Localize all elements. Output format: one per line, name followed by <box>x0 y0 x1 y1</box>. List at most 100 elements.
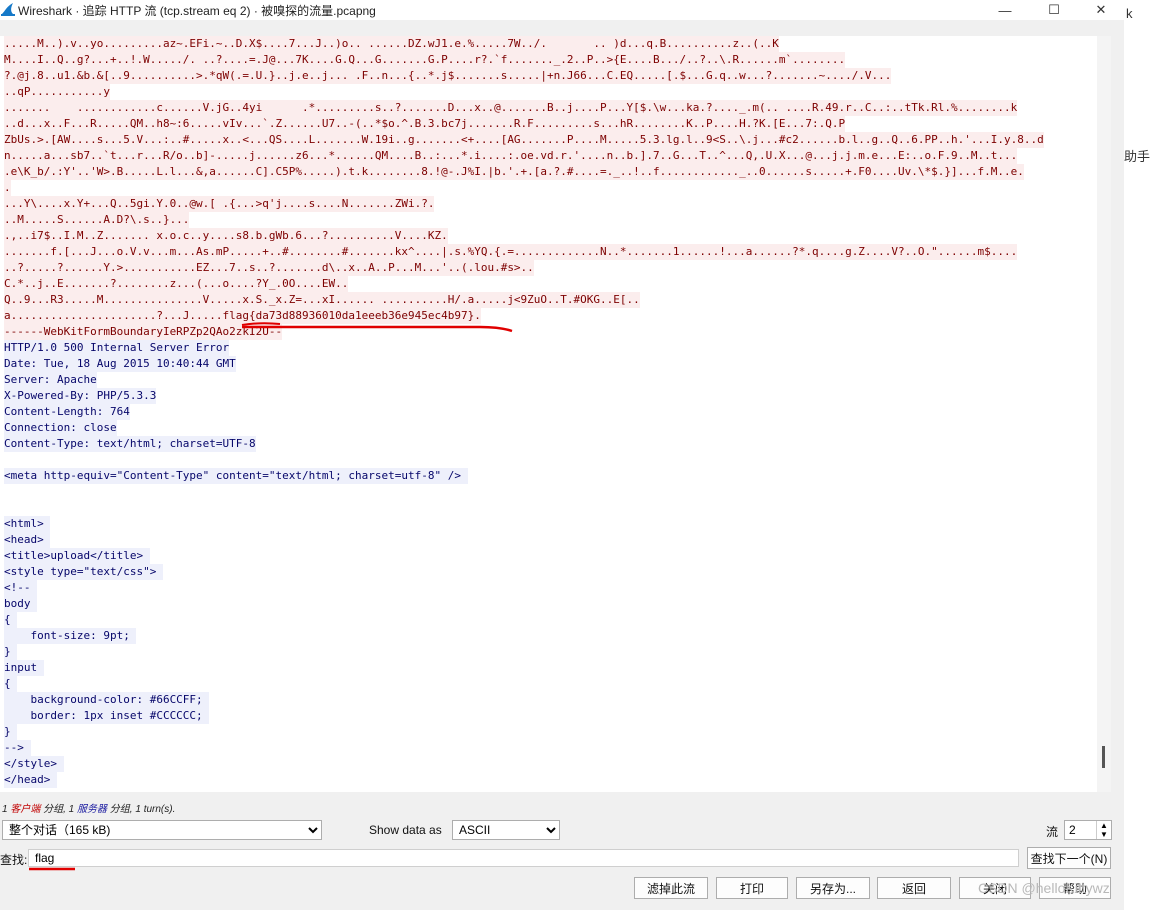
server-data-line: <html> <box>0 516 1097 532</box>
server-data-line: </style> <box>0 756 1097 772</box>
stream-line-text: ..M.....S......A.D?\.s..}... <box>4 212 190 228</box>
client-data-line: ..qP...........y <box>0 84 1097 100</box>
back-button[interactable]: 返回 <box>877 877 951 899</box>
client-data-line: .....M..).v..yo.........az~.EFi.~..D.X$.… <box>0 36 1097 52</box>
server-data-line: </head> <box>0 772 1097 788</box>
background-app-glyph: k <box>1126 6 1133 21</box>
stream-line-text: HTTP/1.0 500 Internal Server Error <box>4 340 230 356</box>
stream-line-text: } <box>4 724 18 740</box>
server-data-line: Connection: close <box>0 420 1097 436</box>
client-data-line: .......f.[...J...o.V.v...m...As.mP.....+… <box>0 244 1097 260</box>
stream-line-text: <html> <box>4 516 51 532</box>
stream-line-text: C.*..j..E.......?........z...(...o....?Y… <box>4 276 349 292</box>
client-data-line: a......................?...J.....flag{da… <box>0 308 1097 324</box>
stream-line-text: background-color: #66CCFF; <box>4 692 210 708</box>
stream-line-text: ...Y\....x.Y+...Q..5gi.Y.0..@w.[ .{...>q… <box>4 196 435 212</box>
vertical-scrollbar[interactable] <box>1097 36 1111 792</box>
client-data-line: ....... ............c......V.jG..4yi .*.… <box>0 100 1097 116</box>
stream-line-text: <head> <box>4 532 51 548</box>
show-data-label: Show data as <box>369 823 442 837</box>
find-label: 查找: <box>0 853 28 867</box>
server-data-line: { <box>0 612 1097 628</box>
flag-annotation-underline <box>241 322 513 333</box>
show-data-select[interactable]: ASCII <box>452 820 560 840</box>
stream-line-text: Q..9...R3.....M...............V.....x.S.… <box>4 292 640 308</box>
stream-line-text: Server: Apache <box>4 372 97 388</box>
find-input[interactable] <box>28 849 1019 867</box>
conversation-select[interactable]: 整个对话（165 kB) <box>2 820 322 840</box>
server-data-line: Content-Length: 764 <box>0 404 1097 420</box>
server-data-line: input <box>0 660 1097 676</box>
filter-out-button[interactable]: 滤掉此流 <box>634 877 708 899</box>
stream-line-text: input <box>4 660 44 676</box>
scrollbar-thumb[interactable] <box>1102 746 1105 768</box>
stream-line-text: X-Powered-By: PHP/5.3.3 <box>4 388 157 404</box>
stream-content-area[interactable]: .....M..).v..yo.........az~.EFi.~..D.X$.… <box>0 36 1097 792</box>
server-label: 服务器 <box>77 804 108 815</box>
server-data-line: } <box>0 724 1097 740</box>
server-data-line <box>0 500 1097 516</box>
stream-line-text: .,..i7$..I.M..Z....... x.o.c..y....s8.b.… <box>4 228 448 244</box>
stream-line-text: <meta http-equiv="Content-Type" content=… <box>4 468 468 484</box>
packet-summary: 1 客户端 分组, 1 服务器 分组, 1 turn(s). <box>2 804 176 815</box>
stream-line-text: Connection: close <box>4 420 117 436</box>
stream-line-text: <title>upload</title> <box>4 548 150 564</box>
close-icon: ✕ <box>1095 2 1107 17</box>
client-data-line: C.*..j..E.......?........z...(...o....?Y… <box>0 276 1097 292</box>
server-data-line <box>0 452 1097 468</box>
client-data-line: ..M.....S......A.D?\.s..}... <box>0 212 1097 228</box>
server-data-line: border: 1px inset #CCCCCC; <box>0 708 1097 724</box>
server-data-line: <meta http-equiv="Content-Type" content=… <box>0 468 1097 484</box>
wireshark-fin-icon <box>1 3 15 16</box>
server-data-line <box>0 484 1097 500</box>
client-data-line: ZbUs.>.[AW....s...5.V...:..#.....x..<...… <box>0 132 1097 148</box>
stream-line-text: M....I..Q..g?...+..!.W...../. ..?....=.J… <box>4 52 846 68</box>
client-data-line: ...Y\....x.Y+...Q..5gi.Y.0..@w.[ .{...>q… <box>0 196 1097 212</box>
save-as-button[interactable]: 另存为... <box>796 877 870 899</box>
stream-line-text: </head> <box>4 772 57 788</box>
stream-label: 流 <box>1046 825 1059 839</box>
stream-line-text: } <box>4 644 18 660</box>
stream-line-text: ....... ............c......V.jG..4yi .*.… <box>4 100 1018 116</box>
stream-line-text: .....M..).v..yo.........az~.EFi.~..D.X$.… <box>4 36 779 52</box>
maximize-button[interactable]: ☐ <box>1031 0 1077 20</box>
window-title: Wireshark · 追踪 HTTP 流 (tcp.stream eq 2) … <box>18 4 376 18</box>
stream-line-text: <style type="text/css"> <box>4 564 163 580</box>
server-data-line: } <box>0 644 1097 660</box>
stream-line-text: ..?.....?......Y.>...........EZ...7..s..… <box>4 260 534 276</box>
stream-line-text: Date: Tue, 18 Aug 2015 10:40:44 GMT <box>4 356 236 372</box>
stream-number-stepper[interactable]: 2 ▲ ▼ <box>1064 820 1112 840</box>
stream-line-text: { <box>4 612 18 628</box>
find-annotation-underline <box>29 867 75 871</box>
title-bar: Wireshark · 追踪 HTTP 流 (tcp.stream eq 2) … <box>0 0 1124 20</box>
minimize-button[interactable]: — <box>982 0 1028 20</box>
stream-line-text: </style> <box>4 756 64 772</box>
server-data-line: background-color: #66CCFF; <box>0 692 1097 708</box>
stream-line-text: { <box>4 676 18 692</box>
server-data-line: HTTP/1.0 500 Internal Server Error <box>0 340 1097 356</box>
server-data-line: <title>upload</title> <box>0 548 1097 564</box>
close-window-button[interactable]: ✕ <box>1078 0 1124 20</box>
client-data-line: .,..i7$..I.M..Z....... x.o.c..y....s8.b.… <box>0 228 1097 244</box>
client-data-line: n.....a...sb7..`t...r...R/o..b]-.....j..… <box>0 148 1097 164</box>
minimize-icon: — <box>998 2 1012 18</box>
stream-line-text: ..d...x..F...R.....QM..h8~:6.....vIv...`… <box>4 116 846 132</box>
server-data-line: Date: Tue, 18 Aug 2015 10:40:44 GMT <box>0 356 1097 372</box>
server-data-line: <style type="text/css"> <box>0 564 1097 580</box>
client-data-line: Q..9...R3.....M...............V.....x.S.… <box>0 292 1097 308</box>
background-helper-label: 助手 <box>1124 149 1150 164</box>
server-data-line: X-Powered-By: PHP/5.3.3 <box>0 388 1097 404</box>
stream-line-text: ..qP...........y <box>4 84 110 100</box>
client-data-line: ?.@j.8..u1.&b.&[..9..........>.*qW(.=.U.… <box>0 68 1097 84</box>
client-data-line: ..?.....?......Y.>...........EZ...7..s..… <box>0 260 1097 276</box>
find-next-button[interactable]: 查找下一个(N) <box>1027 847 1111 869</box>
client-label: 客户端 <box>10 804 41 815</box>
server-data-line: <head> <box>0 532 1097 548</box>
server-data-line: --> <box>0 740 1097 756</box>
server-data-line: font-size: 9pt; <box>0 628 1097 644</box>
stream-line-text: --> <box>4 740 31 756</box>
print-button[interactable]: 打印 <box>716 877 788 899</box>
stepper-arrows-icon[interactable]: ▲ ▼ <box>1096 821 1111 839</box>
stream-line-text: .......f.[...J...o.V.v...m...As.mP.....+… <box>4 244 1018 260</box>
stream-line-text: Content-Type: text/html; charset=UTF-8 <box>4 436 256 452</box>
